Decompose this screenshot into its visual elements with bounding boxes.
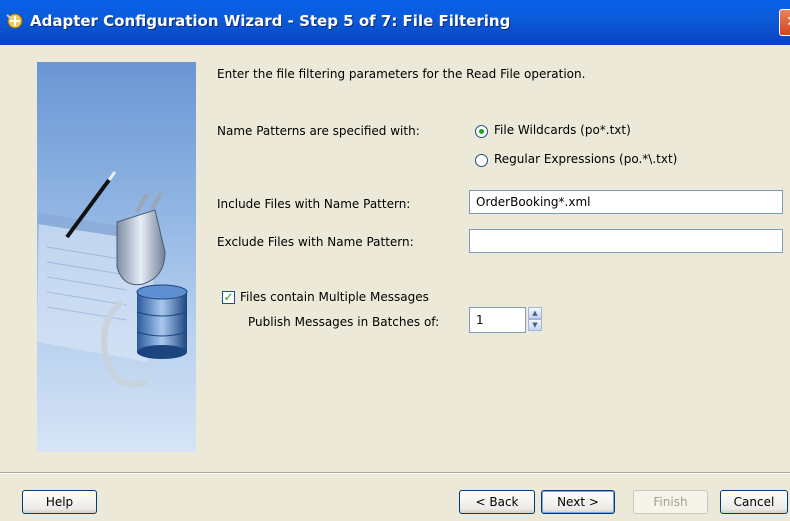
footer-divider <box>0 472 790 474</box>
help-button[interactable]: Help <box>22 490 97 514</box>
spinner-down-icon[interactable]: ▼ <box>528 319 542 331</box>
batch-size-label: Publish Messages in Batches of: <box>248 315 440 329</box>
exclude-pattern-input[interactable] <box>469 229 783 253</box>
adapter-wizard-icon <box>6 13 23 29</box>
plug-database-illustration <box>37 62 196 452</box>
exclude-pattern-label: Exclude Files with Name Pattern: <box>217 235 414 249</box>
multiple-messages-checkbox[interactable]: ✓ <box>222 291 235 304</box>
name-patterns-label: Name Patterns are specified with: <box>217 124 420 138</box>
include-pattern-label: Include Files with Name Pattern: <box>217 197 411 211</box>
include-pattern-input[interactable]: OrderBooking*.xml <box>469 190 783 214</box>
title-bar: Adapter Configuration Wizard - Step 5 of… <box>0 0 790 45</box>
close-icon[interactable]: ✕ <box>779 9 790 36</box>
finish-button[interactable]: Finish <box>633 490 708 514</box>
back-button[interactable]: < Back <box>459 490 535 514</box>
window-title: Adapter Configuration Wizard - Step 5 of… <box>30 12 511 30</box>
file-wildcards-label[interactable]: File Wildcards (po*.txt) <box>494 123 631 137</box>
regular-expressions-radio[interactable] <box>475 154 488 167</box>
batch-size-spinner[interactable]: 1 <box>469 307 526 333</box>
spinner-up-icon[interactable]: ▲ <box>528 307 542 319</box>
next-button[interactable]: Next > <box>541 490 615 514</box>
file-wildcards-radio[interactable] <box>475 125 488 138</box>
regular-expressions-label[interactable]: Regular Expressions (po.*\.txt) <box>494 152 677 166</box>
instructions-text: Enter the file filtering parameters for … <box>217 67 586 81</box>
multiple-messages-label[interactable]: Files contain Multiple Messages <box>240 290 429 304</box>
cancel-button[interactable]: Cancel <box>720 490 788 514</box>
